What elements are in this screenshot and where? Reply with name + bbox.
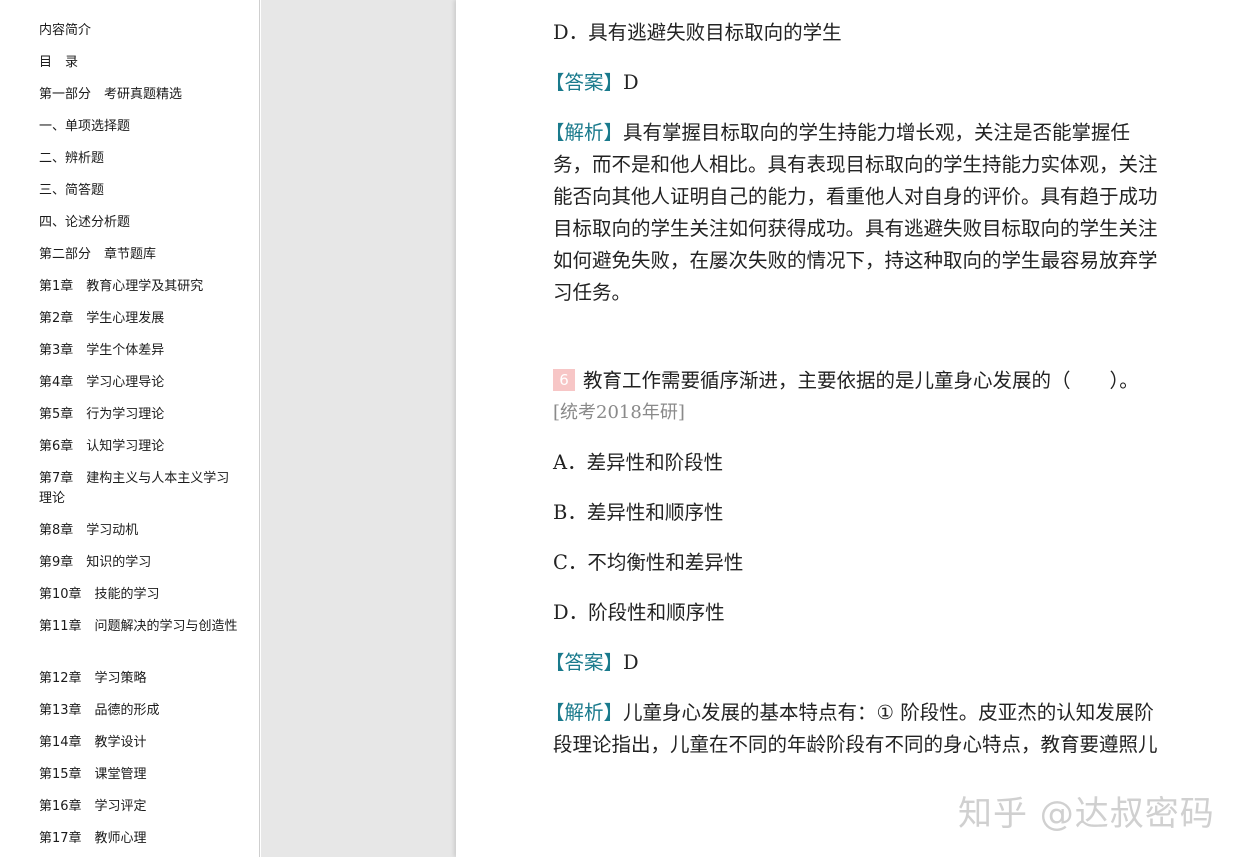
answer-tag: 【答案】 [545, 71, 624, 94]
q6-answer: 【答案】D [545, 651, 639, 674]
q6-analysis-line: 段理论指出，儿童在不同的年龄阶段有不同的身心特点，教育要遵照儿 [553, 733, 1158, 756]
q5-analysis-line: 【解析】具有掌握目标取向的学生持能力增长观，关注是否能掌握任 [545, 121, 1131, 144]
toc-item[interactable]: 二、辨析题 [39, 149, 239, 169]
toc-item[interactable]: 第4章 学习心理导论 [39, 373, 239, 393]
watermark-text: 知乎 @达叔密码 [958, 794, 1215, 834]
q6-option-b: B．差异性和顺序性 [553, 501, 724, 524]
toc-item[interactable]: 第1章 教育心理学及其研究 [39, 277, 239, 297]
q5-analysis-line: 务，而不是和他人相比。具有表现目标取向的学生持能力实体观，关注 [553, 153, 1158, 176]
q5-answer: 【答案】D [545, 71, 639, 94]
q5-option-d: D．具有逃避失败目标取向的学生 [553, 21, 842, 44]
toc-item[interactable]: 第17章 教师心理 [39, 829, 239, 849]
toc-item[interactable]: 第12章 学习策略 [39, 669, 239, 689]
toc-item[interactable]: 四、论述分析题 [39, 213, 239, 233]
toc-item[interactable]: 第二部分 章节题库 [39, 245, 239, 265]
q5-analysis-line: 如何避免失败，在屡次失败的情况下，持这种取向的学生最容易放弃学 [553, 249, 1158, 272]
q6-option-d: D．阶段性和顺序性 [553, 601, 725, 624]
answer-tag: 【答案】 [545, 651, 624, 674]
question-number-badge: 6 [553, 369, 575, 391]
toc-item[interactable]: 第7章 建构主义与人本主义学习理论 [39, 469, 239, 509]
toc-item[interactable]: 第11章 问题解决的学习与创造性 [39, 617, 239, 637]
q6-source: [统考2018年研] [553, 402, 685, 423]
q5-analysis-line: 目标取向的学生关注如何获得成功。具有逃避失败目标取向的学生关注 [553, 217, 1158, 240]
toc-item[interactable]: 第2章 学生心理发展 [39, 309, 239, 329]
toc-item[interactable]: 第14章 教学设计 [39, 733, 239, 753]
toc-item[interactable]: 第5章 行为学习理论 [39, 405, 239, 425]
q5-analysis-line: 能否向其他人证明自己的能力，看重他人对自身的评价。具有趋于成功 [553, 185, 1158, 208]
analysis-tag: 【解析】 [545, 121, 624, 144]
toc-item[interactable]: 目 录 [39, 53, 239, 73]
toc-item[interactable]: 第一部分 考研真题精选 [39, 85, 239, 105]
toc-item[interactable]: 第8章 学习动机 [39, 521, 239, 541]
q6-analysis-line: 【解析】儿童身心发展的基本特点有：① 阶段性。皮亚杰的认知发展阶 [545, 701, 1154, 724]
toc-sidebar: 内容简介 目 录 第一部分 考研真题精选 一、单项选择题 二、辨析题 三、简答题… [0, 0, 260, 857]
analysis-tag: 【解析】 [545, 701, 624, 724]
toc-item[interactable]: 第16章 学习评定 [39, 797, 239, 817]
toc-item[interactable]: 第10章 技能的学习 [39, 585, 239, 605]
document-page[interactable]: D．具有逃避失败目标取向的学生 【答案】D 【解析】具有掌握目标取向的学生持能力… [456, 0, 1260, 857]
page-gutter [261, 0, 456, 857]
q5-analysis-line: 习任务。 [553, 281, 632, 304]
toc-item[interactable]: 第9章 知识的学习 [39, 553, 239, 573]
toc-item[interactable]: 一、单项选择题 [39, 117, 239, 137]
q6-option-c: C．不均衡性和差异性 [553, 551, 744, 574]
q6-option-a: A．差异性和阶段性 [553, 451, 724, 474]
toc-item[interactable]: 三、简答题 [39, 181, 239, 201]
toc-item[interactable]: 第6章 认知学习理论 [39, 437, 239, 457]
toc-item[interactable]: 第15章 课堂管理 [39, 765, 239, 785]
toc-item[interactable]: 内容简介 [39, 21, 239, 41]
toc-item[interactable]: 第13章 品德的形成 [39, 701, 239, 721]
q6-stem: 6 教育工作需要循序渐进，主要依据的是儿童身心发展的（ ）。 [553, 365, 1139, 397]
toc-item[interactable]: 第3章 学生个体差异 [39, 341, 239, 361]
